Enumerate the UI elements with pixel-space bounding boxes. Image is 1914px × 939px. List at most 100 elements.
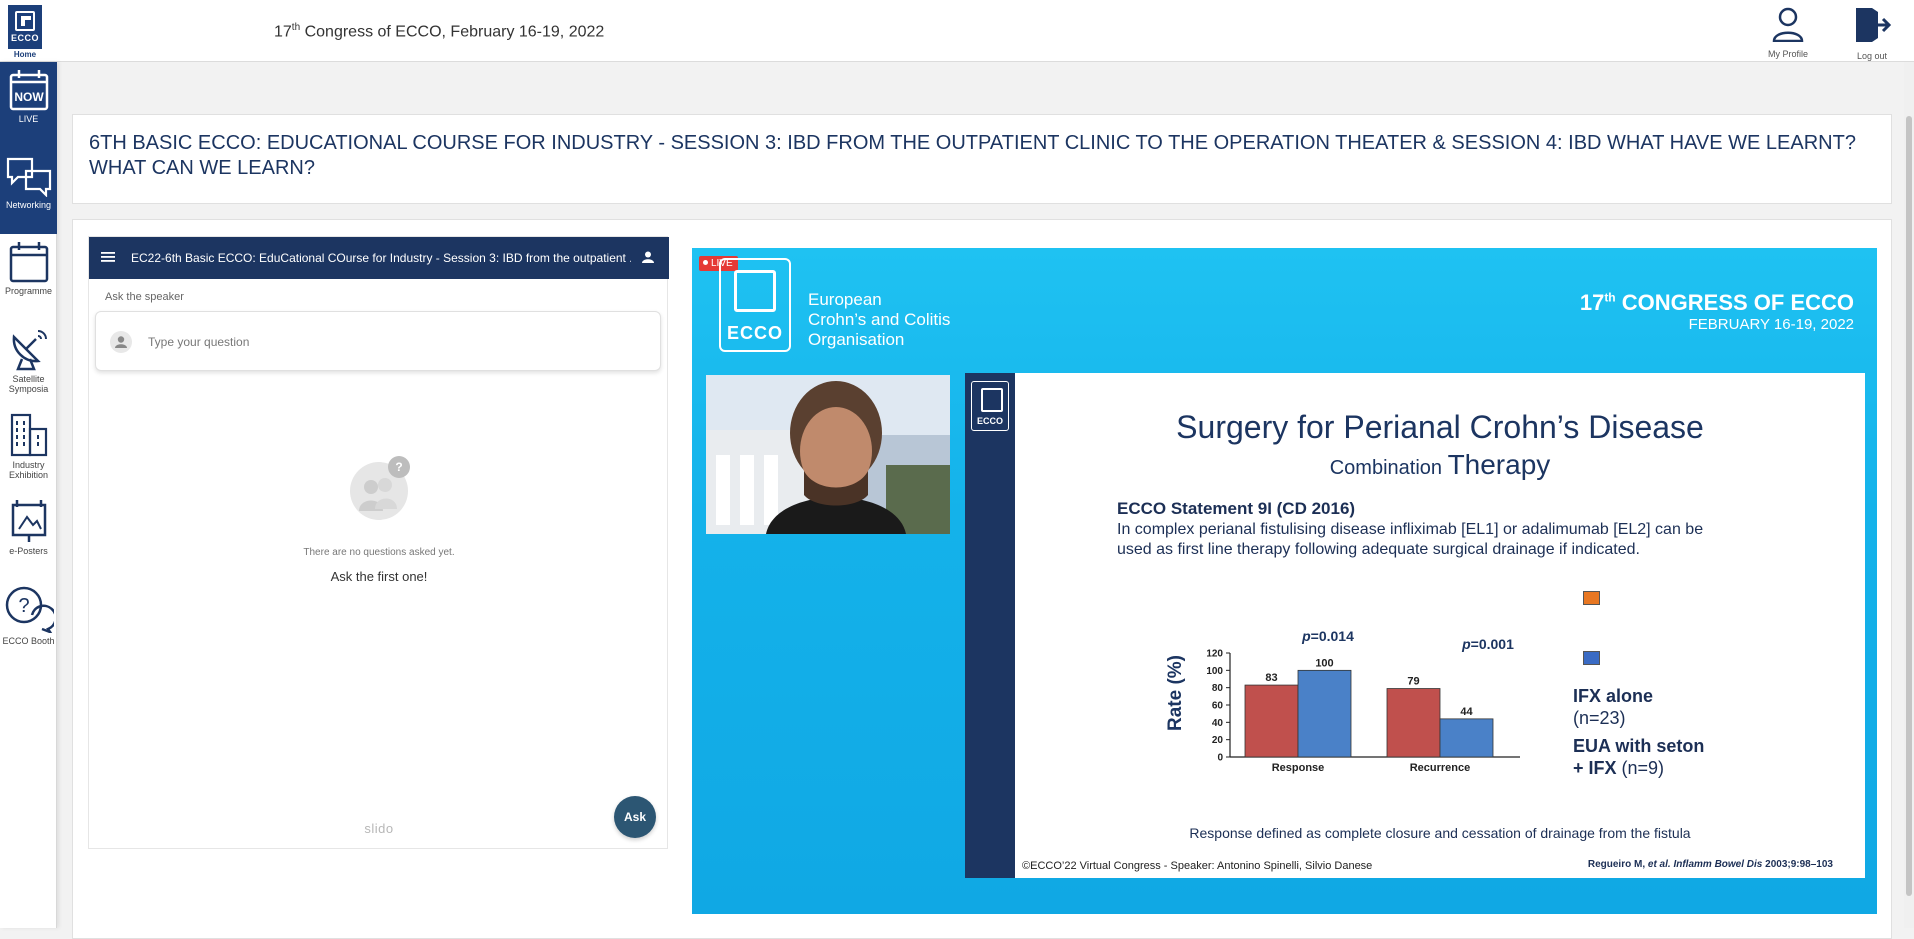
presentation-slide: ECCO Surgery for Perianal Crohn’s Diseas… (965, 373, 1865, 878)
sidebar-item-label: LIVE (18, 114, 39, 124)
calendar-icon (9, 242, 48, 283)
live-dot-icon (703, 260, 708, 265)
reference-authors: Regueiro M, (1587, 859, 1648, 870)
legend-2-name-a: EUA with seton (1573, 736, 1705, 756)
my-profile-button[interactable]: My Profile (1756, 6, 1820, 59)
ask-first-text: Ask the first one! (330, 569, 428, 584)
congress-ordinal: 17 (274, 23, 292, 41)
ask-the-speaker-label: Ask the speaker (105, 291, 184, 303)
legend-2-name-b: + IFX (1573, 758, 1617, 778)
now-icon-text: NOW (14, 90, 44, 104)
svg-text:?: ? (395, 460, 402, 474)
p-value: =0.014 (1311, 628, 1354, 644)
slide-footer-reference: Regueiro M, et al. Inflamm Bowel Dis 200… (1588, 859, 1833, 870)
bar-value-label: 100 (1315, 657, 1333, 669)
sidebar-item-programme[interactable]: Programme (0, 234, 57, 320)
sidebar-item-satellite-symposia[interactable]: Satellite Symposia (0, 320, 57, 406)
statement-body: In complex perianal fistulising disease … (1117, 521, 1704, 558)
sidebar-item-label: Networking (5, 200, 52, 210)
slido-panel: EC22-6th Basic ECCO: EduCational COurse … (88, 236, 669, 849)
bar-chart: Rate (%) 0 20 40 60 80 100 120 83 100 Response 79 44… (1165, 628, 1520, 774)
y-tick-label: 20 (1212, 735, 1224, 746)
y-tick-label: 60 (1212, 701, 1224, 712)
slide-subtitle-big: Therapy (1447, 449, 1551, 480)
legend-swatch-blue (1583, 651, 1600, 665)
slide-title: Surgery for Perianal Crohn’s Disease (1176, 409, 1704, 445)
chart-bar (1297, 669, 1352, 758)
response-note: Response defined as complete closure and… (1189, 825, 1691, 841)
home-button[interactable]: ECCO Home (6, 5, 44, 59)
y-tick-label: 100 (1206, 666, 1223, 677)
sidebar-item-e-posters[interactable]: e-Posters (0, 492, 57, 578)
logout-icon (1856, 8, 1892, 42)
page-scrollbar[interactable] (1904, 62, 1914, 928)
help-bubble-icon: ? (5, 586, 54, 633)
sidebar-item-label: ECCO Booth (2, 636, 55, 646)
slide-subtitle: Combination Therapy (1015, 449, 1865, 481)
congress-banner-dates: FEBRUARY 16-19, 2022 (1688, 316, 1854, 333)
legend-1-n: (n=23) (1573, 708, 1626, 728)
legend-ifx-alone: IFX alone (n=23) (1573, 685, 1653, 729)
svg-text:?: ? (18, 595, 29, 617)
speaker-person-icon (706, 375, 950, 534)
slide-sidebar: ECCO (965, 373, 1015, 878)
sidebar-item-industry-exhibition[interactable]: Industry Exhibition (0, 406, 57, 492)
bar-value-label: 83 (1265, 672, 1277, 684)
top-bar: ECCO Home 17th Congress of ECCO, Februar… (0, 0, 1914, 62)
bar-value-label: 44 (1460, 706, 1473, 718)
sidebar-item-label: Programme (4, 286, 52, 296)
congress-title: 17th Congress of ECCO, February 16-19, 2… (274, 22, 604, 41)
chart-bar (1439, 718, 1494, 758)
speaker-webcam (706, 375, 950, 534)
congress-banner: 17th CONGRESS OF ECCO FEBRUARY 16-19, 20… (1580, 290, 1854, 333)
ask-button[interactable]: Ask (614, 796, 656, 838)
org-name-line: Organisation (808, 330, 905, 349)
y-tick-label: 80 (1212, 683, 1224, 694)
scrollbar-thumb[interactable] (1906, 116, 1912, 896)
sidebar-item-networking[interactable]: Networking (0, 148, 57, 234)
live-video-player[interactable]: LIVE ECCO European Crohn’s and Colitis O… (692, 248, 1877, 914)
home-label: Home (13, 50, 37, 59)
banner-ordinal: 17 (1579, 290, 1605, 315)
sidebar-item-label: Satellite Symposia (8, 374, 49, 394)
hamburger-menu-icon[interactable] (101, 250, 115, 264)
ecco-logo-mark-icon (15, 11, 35, 31)
session-title-card: 6TH BASIC ECCO: EDUCATIONAL COURSE FOR I… (72, 114, 1892, 204)
ecco-logo: ECCO (8, 5, 42, 49)
p-value: =0.001 (1471, 636, 1514, 652)
sidebar-item-live[interactable]: NOW LIVE (0, 62, 57, 148)
ecco-logo-text: ECCO (10, 33, 39, 43)
slido-logo: slido (364, 821, 394, 836)
org-name-line: European (808, 290, 882, 309)
legend-2-n: (n=9) (1616, 758, 1665, 778)
y-tick-label: 40 (1212, 718, 1224, 729)
statement-heading: ECCO Statement 9I (CD 2016) (1117, 499, 1356, 518)
user-icon[interactable] (641, 250, 655, 264)
question-input[interactable]: Type your question (95, 311, 661, 371)
y-tick-label: 0 (1217, 753, 1223, 764)
legend-eua-seton-ifx: EUA with seton + IFX (n=9) (1573, 735, 1704, 779)
chart-bar (1386, 688, 1441, 758)
logout-button[interactable]: Log out (1840, 6, 1904, 61)
sidebar-item-ecco-booth[interactable]: ? ECCO Booth (0, 578, 57, 664)
chart-bar (1244, 684, 1299, 758)
sidebar: NOW LIVE Networking Programme Satellite … (0, 62, 57, 928)
question-placeholder: Type your question (148, 335, 250, 349)
congress-sup: th (291, 22, 301, 33)
slide-subtitle-small: Combination (1329, 457, 1448, 479)
slide-ecco-logo: ECCO (971, 381, 1009, 431)
reference-citation: 2003;9:98–103 (1762, 859, 1833, 870)
now-icon: NOW (9, 70, 48, 111)
p-symbol: p (1301, 628, 1311, 644)
slido-header: EC22-6th Basic ECCO: EduCational COurse … (89, 237, 669, 279)
legend-swatch-orange (1583, 591, 1600, 605)
ecco-org-logo: ECCO (719, 258, 791, 352)
logout-label: Log out (1856, 51, 1888, 61)
ecco-grid-icon (734, 270, 776, 312)
satellite-dish-icon (12, 330, 47, 371)
reference-journal: et al. Inflamm Bowel Dis (1647, 859, 1763, 870)
avatar-icon (110, 331, 132, 353)
banner-sup: th (1604, 290, 1616, 305)
x-tick-label: Response (1272, 762, 1325, 774)
congress-banner-title: 17th CONGRESS OF ECCO (1580, 290, 1854, 316)
